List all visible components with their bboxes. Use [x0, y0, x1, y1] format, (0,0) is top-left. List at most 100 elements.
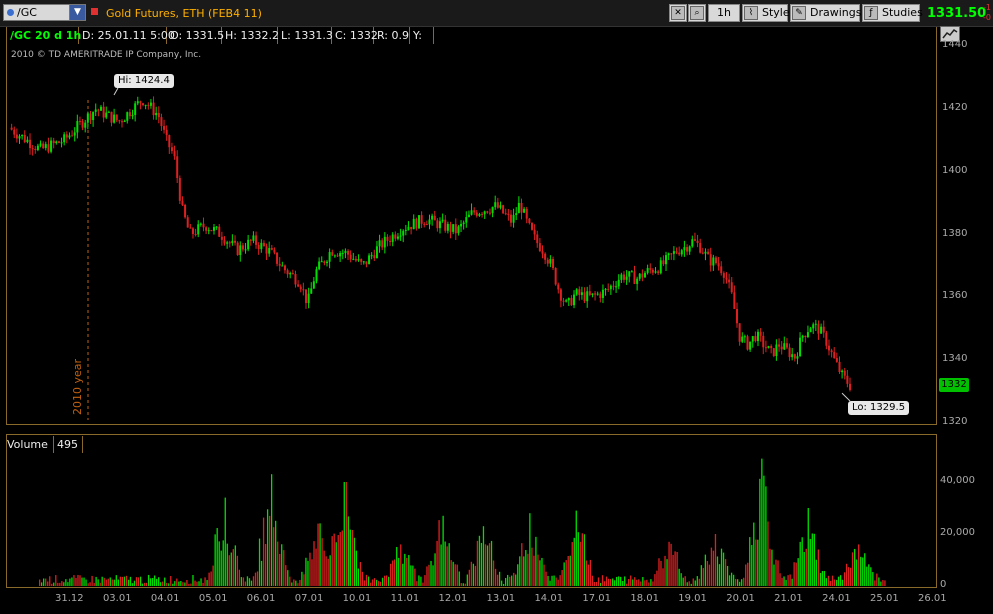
candle-body — [788, 347, 791, 358]
volume-bar — [355, 550, 358, 586]
volume-bar — [129, 576, 132, 586]
candle-body — [486, 211, 489, 213]
candle-body — [181, 200, 184, 205]
volume-bar — [53, 582, 55, 586]
candle-body — [488, 212, 491, 214]
volume-bar — [837, 576, 840, 586]
volume-bar — [849, 567, 852, 586]
candle-body — [557, 284, 560, 290]
volume-bar — [307, 560, 309, 586]
candle-body — [764, 347, 767, 349]
candle-body — [709, 254, 712, 266]
volume-bar — [789, 574, 791, 586]
volume-bar — [113, 579, 115, 586]
volume-bar — [519, 556, 521, 586]
candle-body — [362, 261, 365, 263]
candle-body — [128, 112, 131, 117]
volume-bar — [111, 579, 113, 586]
volume-bar — [458, 571, 460, 586]
candle-body — [562, 300, 565, 302]
volume-bar — [714, 534, 717, 586]
volume-bar — [698, 578, 700, 586]
candle-body — [407, 226, 410, 230]
volume-bar — [759, 478, 761, 586]
volume-bar — [791, 578, 793, 586]
candle-body — [402, 230, 405, 236]
candle-body — [565, 300, 568, 302]
candle-body — [785, 343, 788, 348]
volume-bar — [91, 575, 93, 586]
volume-bar — [726, 565, 729, 586]
volume-bar — [365, 574, 368, 586]
volume-bar — [757, 539, 759, 586]
candle-body — [42, 143, 45, 148]
volume-bar — [468, 569, 470, 586]
candle-body — [575, 289, 578, 295]
volume-bar — [396, 546, 398, 586]
volume-bar — [622, 580, 624, 586]
candle-body — [512, 214, 515, 223]
candle-body — [628, 271, 631, 277]
candle-body — [365, 261, 368, 265]
volume-bar — [305, 557, 307, 586]
volume-bar — [254, 572, 257, 586]
volume-bar — [688, 581, 690, 586]
volume-bar — [813, 533, 815, 586]
volume-bar — [587, 564, 590, 586]
candle-body — [144, 104, 147, 106]
candle-body — [849, 383, 851, 390]
candle-body — [357, 259, 360, 261]
candle-body — [212, 227, 215, 231]
candle-body — [165, 129, 168, 136]
volume-bar — [160, 582, 162, 586]
candle-body — [499, 205, 502, 208]
candle-body — [265, 246, 268, 254]
candle-body — [105, 112, 108, 118]
date-tick-label: 14.01 — [534, 593, 564, 604]
candle-body — [470, 210, 473, 215]
candle-body — [134, 103, 137, 116]
candle-body — [191, 228, 194, 234]
candle-body — [333, 255, 336, 257]
volume-bar — [273, 527, 275, 586]
volume-bar — [149, 578, 152, 586]
candle-body — [814, 323, 817, 325]
volume-bar — [351, 530, 353, 586]
volume-bar — [238, 569, 241, 586]
volume-bar — [283, 550, 285, 586]
candle-body — [249, 239, 252, 241]
volume-bar — [287, 570, 289, 586]
candle-body — [228, 242, 231, 244]
volume-bar — [383, 575, 386, 586]
year-label: 2010 year — [71, 358, 84, 415]
volume-bar — [153, 575, 156, 586]
volume-bar — [549, 580, 551, 586]
volume-bar — [448, 543, 450, 586]
date-tick-label: 13.01 — [486, 593, 516, 604]
volume-bar — [630, 575, 632, 586]
candle-body — [667, 253, 670, 256]
candle-body — [622, 274, 625, 280]
candle-body — [783, 343, 786, 350]
volume-bar — [692, 578, 694, 586]
volume-bar — [196, 581, 198, 586]
candle-body — [344, 250, 347, 254]
volume-bar — [77, 574, 79, 586]
volume-bar — [216, 527, 218, 586]
candle-body — [26, 139, 29, 143]
candle-body — [10, 127, 13, 130]
candle-body — [107, 111, 110, 113]
volume-bar — [220, 550, 222, 586]
candle-body — [433, 215, 436, 221]
candle-body — [725, 277, 728, 280]
volume-bar — [81, 577, 83, 586]
candle-body — [728, 279, 731, 283]
volume-bar — [882, 580, 884, 586]
volume-bar — [739, 581, 741, 586]
candle-body — [804, 335, 807, 338]
candle-body — [791, 354, 794, 358]
chart-surface[interactable] — [0, 0, 993, 614]
price-tick-label: 1380 — [942, 227, 968, 239]
volume-bar — [379, 581, 382, 586]
volume-bar — [49, 576, 51, 586]
